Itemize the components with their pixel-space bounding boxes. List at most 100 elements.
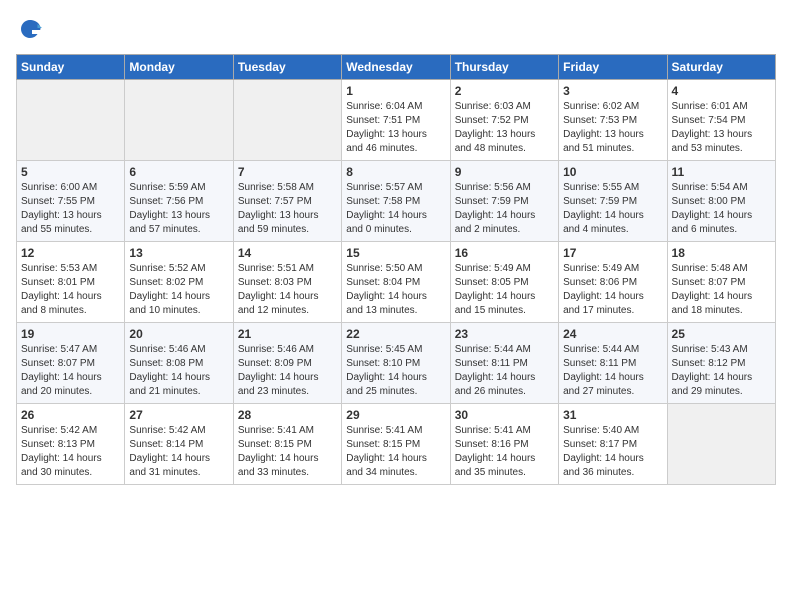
- day-info: Sunrise: 5:50 AM Sunset: 8:04 PM Dayligh…: [346, 262, 445, 318]
- week-row-2: 5Sunrise: 6:00 AM Sunset: 7:55 PM Daylig…: [17, 161, 776, 242]
- day-number: 30: [455, 408, 554, 422]
- day-number: 1: [346, 84, 445, 98]
- day-number: 19: [21, 327, 120, 341]
- calendar-cell: 16Sunrise: 5:49 AM Sunset: 8:05 PM Dayli…: [450, 242, 558, 323]
- day-number: 21: [238, 327, 337, 341]
- day-info: Sunrise: 5:59 AM Sunset: 7:56 PM Dayligh…: [129, 181, 228, 237]
- day-number: 25: [672, 327, 771, 341]
- calendar-cell: 10 Sunrise: 5:55 AM Sunset: 7:59 PM Dayli…: [559, 161, 667, 242]
- day-info: Sunrise: 5:49 AM Sunset: 8:06 PM Dayligh…: [563, 262, 662, 318]
- day-number: 7: [238, 165, 337, 179]
- header-row: SundayMondayTuesdayWednesdayThursdayFrid…: [17, 55, 776, 80]
- day-number: 9: [455, 165, 554, 179]
- day-number: 24: [563, 327, 662, 341]
- day-info: Sunrise: 5:44 AM Sunset: 8:11 PM Dayligh…: [563, 343, 662, 399]
- day-header-wednesday: Wednesday: [342, 55, 450, 80]
- calendar-cell: 8 Sunrise: 5:57 AM Sunset: 7:58 PM Daylig…: [342, 161, 450, 242]
- day-header-tuesday: Tuesday: [233, 55, 341, 80]
- day-number: 28: [238, 408, 337, 422]
- calendar-cell: 1 Sunrise: 6:04 AM Sunset: 7:51 PM Daylig…: [342, 80, 450, 161]
- calendar-cell: 28 Sunrise: 5:41 AM Sunset: 8:15 PM Dayli…: [233, 404, 341, 485]
- calendar-cell: 13Sunrise: 5:52 AM Sunset: 8:02 PM Dayli…: [125, 242, 233, 323]
- calendar-cell: 18 Sunrise: 5:48 AM Sunset: 8:07 PM Dayli…: [667, 242, 775, 323]
- week-row-5: 26 Sunrise: 5:42 AM Sunset: 8:13 PM Dayli…: [17, 404, 776, 485]
- day-info: Sunrise: 5:53 AM Sunset: 8:01 PM Dayligh…: [21, 262, 120, 318]
- calendar-cell: 17Sunrise: 5:49 AM Sunset: 8:06 PM Dayli…: [559, 242, 667, 323]
- day-number: 20: [129, 327, 228, 341]
- day-number: 4: [672, 84, 771, 98]
- calendar-cell: 23 Sunrise: 5:44 AM Sunset: 8:11 PM Dayli…: [450, 323, 558, 404]
- day-header-sunday: Sunday: [17, 55, 125, 80]
- calendar-cell: 29 Sunrise: 5:41 AM Sunset: 8:15 PM Dayli…: [342, 404, 450, 485]
- calendar-cell: 27 Sunrise: 5:42 AM Sunset: 8:14 PM Dayli…: [125, 404, 233, 485]
- calendar-cell: 2 Sunrise: 6:03 AM Sunset: 7:52 PM Daylig…: [450, 80, 558, 161]
- day-number: 29: [346, 408, 445, 422]
- day-header-thursday: Thursday: [450, 55, 558, 80]
- calendar-cell: 5Sunrise: 6:00 AM Sunset: 7:55 PM Daylig…: [17, 161, 125, 242]
- day-number: 5: [21, 165, 120, 179]
- calendar-cell: 26 Sunrise: 5:42 AM Sunset: 8:13 PM Dayli…: [17, 404, 125, 485]
- week-row-3: 12 Sunrise: 5:53 AM Sunset: 8:01 PM Dayli…: [17, 242, 776, 323]
- calendar-cell: 30 Sunrise: 5:41 AM Sunset: 8:16 PM Dayli…: [450, 404, 558, 485]
- week-row-1: 1 Sunrise: 6:04 AM Sunset: 7:51 PM Daylig…: [17, 80, 776, 161]
- calendar-cell: 25 Sunrise: 5:43 AM Sunset: 8:12 PM Dayli…: [667, 323, 775, 404]
- day-number: 26: [21, 408, 120, 422]
- day-header-saturday: Saturday: [667, 55, 775, 80]
- calendar-cell: [233, 80, 341, 161]
- day-info: Sunrise: 5:47 AM Sunset: 8:07 PM Dayligh…: [21, 343, 120, 399]
- day-info: Sunrise: 5:41 AM Sunset: 8:16 PM Dayligh…: [455, 424, 554, 480]
- calendar-cell: 31 Sunrise: 5:40 AM Sunset: 8:17 PM Dayli…: [559, 404, 667, 485]
- day-number: 31: [563, 408, 662, 422]
- calendar-cell: 14 Sunrise: 5:51 AM Sunset: 8:03 PM Dayli…: [233, 242, 341, 323]
- day-info: Sunrise: 5:42 AM Sunset: 8:13 PM Dayligh…: [21, 424, 120, 480]
- calendar-cell: 7 Sunrise: 5:58 AM Sunset: 7:57 PM Daylig…: [233, 161, 341, 242]
- day-info: Sunrise: 5:54 AM Sunset: 8:00 PM Dayligh…: [672, 181, 771, 237]
- day-number: 14: [238, 246, 337, 260]
- day-number: 11: [672, 165, 771, 179]
- calendar-cell: [125, 80, 233, 161]
- day-number: 22: [346, 327, 445, 341]
- day-info: Sunrise: 6:04 AM Sunset: 7:51 PM Dayligh…: [346, 100, 445, 156]
- calendar-cell: 24 Sunrise: 5:44 AM Sunset: 8:11 PM Dayli…: [559, 323, 667, 404]
- day-number: 18: [672, 246, 771, 260]
- day-number: 23: [455, 327, 554, 341]
- day-info: Sunrise: 5:41 AM Sunset: 8:15 PM Dayligh…: [346, 424, 445, 480]
- day-info: Sunrise: 5:52 AM Sunset: 8:02 PM Dayligh…: [129, 262, 228, 318]
- calendar-cell: 22Sunrise: 5:45 AM Sunset: 8:10 PM Dayli…: [342, 323, 450, 404]
- day-info: Sunrise: 5:56 AM Sunset: 7:59 PM Dayligh…: [455, 181, 554, 237]
- day-info: Sunrise: 5:46 AM Sunset: 8:08 PM Dayligh…: [129, 343, 228, 399]
- day-number: 8: [346, 165, 445, 179]
- day-info: Sunrise: 5:48 AM Sunset: 8:07 PM Dayligh…: [672, 262, 771, 318]
- day-number: 10: [563, 165, 662, 179]
- day-info: Sunrise: 5:55 AM Sunset: 7:59 PM Dayligh…: [563, 181, 662, 237]
- day-number: 3: [563, 84, 662, 98]
- calendar-cell: 11 Sunrise: 5:54 AM Sunset: 8:00 PM Dayli…: [667, 161, 775, 242]
- day-info: Sunrise: 5:46 AM Sunset: 8:09 PM Dayligh…: [238, 343, 337, 399]
- calendar-cell: 20 Sunrise: 5:46 AM Sunset: 8:08 PM Dayli…: [125, 323, 233, 404]
- calendar-cell: 12 Sunrise: 5:53 AM Sunset: 8:01 PM Dayli…: [17, 242, 125, 323]
- calendar-cell: 15Sunrise: 5:50 AM Sunset: 8:04 PM Dayli…: [342, 242, 450, 323]
- calendar-cell: 19 Sunrise: 5:47 AM Sunset: 8:07 PM Dayli…: [17, 323, 125, 404]
- week-row-4: 19 Sunrise: 5:47 AM Sunset: 8:07 PM Dayli…: [17, 323, 776, 404]
- day-number: 2: [455, 84, 554, 98]
- calendar-cell: [17, 80, 125, 161]
- day-info: Sunrise: 5:57 AM Sunset: 7:58 PM Dayligh…: [346, 181, 445, 237]
- day-info: Sunrise: 5:44 AM Sunset: 8:11 PM Dayligh…: [455, 343, 554, 399]
- day-info: Sunrise: 5:51 AM Sunset: 8:03 PM Dayligh…: [238, 262, 337, 318]
- calendar-cell: 21 Sunrise: 5:46 AM Sunset: 8:09 PM Dayli…: [233, 323, 341, 404]
- day-number: 6: [129, 165, 228, 179]
- day-info: Sunrise: 5:41 AM Sunset: 8:15 PM Dayligh…: [238, 424, 337, 480]
- day-number: 16: [455, 246, 554, 260]
- day-info: Sunrise: 5:42 AM Sunset: 8:14 PM Dayligh…: [129, 424, 228, 480]
- day-number: 27: [129, 408, 228, 422]
- calendar-cell: [667, 404, 775, 485]
- page-header: [16, 16, 776, 44]
- day-info: Sunrise: 6:03 AM Sunset: 7:52 PM Dayligh…: [455, 100, 554, 156]
- day-info: Sunrise: 5:58 AM Sunset: 7:57 PM Dayligh…: [238, 181, 337, 237]
- day-info: Sunrise: 5:43 AM Sunset: 8:12 PM Dayligh…: [672, 343, 771, 399]
- day-info: Sunrise: 6:02 AM Sunset: 7:53 PM Dayligh…: [563, 100, 662, 156]
- day-info: Sunrise: 5:40 AM Sunset: 8:17 PM Dayligh…: [563, 424, 662, 480]
- calendar-table: SundayMondayTuesdayWednesdayThursdayFrid…: [16, 54, 776, 485]
- calendar-cell: 3 Sunrise: 6:02 AM Sunset: 7:53 PM Daylig…: [559, 80, 667, 161]
- day-number: 12: [21, 246, 120, 260]
